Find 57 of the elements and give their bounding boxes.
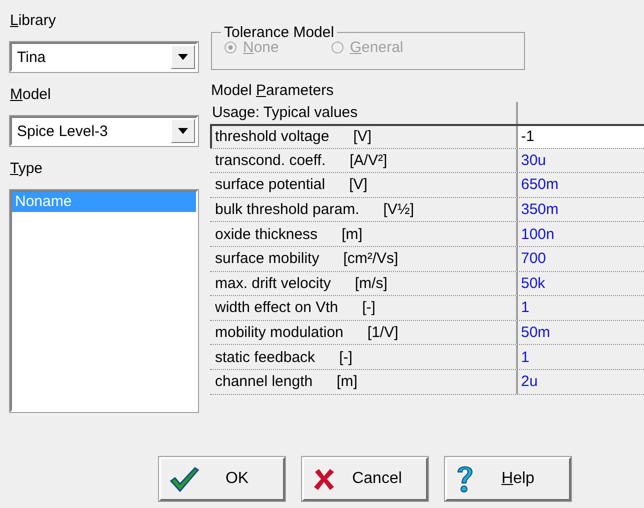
library-dropdown[interactable]: Tina	[10, 42, 198, 72]
parameter-unit: [m]	[342, 226, 362, 243]
column-header: Usage: Typical values	[210, 102, 518, 124]
parameter-value-cell[interactable]: 1	[518, 296, 644, 320]
parameter-value-cell[interactable]: 650m	[518, 173, 644, 197]
parameter-name: width effect on Vth	[215, 299, 338, 316]
parameter-unit: [V½]	[383, 201, 414, 218]
parameter-name-cell[interactable]: mobility modulation [1/V]	[210, 320, 518, 344]
parameter-value-cell[interactable]: -1	[518, 126, 644, 148]
parameter-value-cell[interactable]: 700	[518, 246, 644, 271]
parameter-unit: [cm²/Vs]	[343, 250, 398, 268]
parameter-name: bulk threshold param.	[215, 201, 360, 218]
parameter-name: oxide thickness	[215, 226, 318, 243]
parameter-name: transcond. coeff.	[215, 152, 326, 169]
model-dropdown[interactable]: Spice Level-3	[10, 116, 198, 146]
parameter-name: static feedback	[215, 348, 316, 366]
parameter-name-cell[interactable]: static feedback [-]	[210, 345, 518, 369]
parameter-name: channel length	[215, 373, 313, 390]
parameter-name: surface potential	[215, 176, 326, 194]
parameter-name: max. drift velocity	[215, 274, 331, 292]
model-label: Model	[10, 85, 52, 105]
parameter-name-cell[interactable]: channel length [m]	[210, 370, 518, 394]
parameter-name: threshold voltage	[215, 128, 330, 146]
parameter-name-cell[interactable]: transcond. coeff. [A/V²]	[210, 148, 518, 172]
parameter-unit: [V]	[349, 176, 368, 194]
parameter-value-cell[interactable]: 100n	[518, 222, 644, 246]
parameter-unit: [-]	[339, 348, 352, 366]
parameter-name: mobility modulation	[215, 324, 344, 342]
parameter-value-cell[interactable]: 1	[518, 345, 644, 369]
parameter-name-cell[interactable]: surface potential [V]	[210, 173, 518, 197]
parameter-name: surface mobility	[215, 250, 320, 268]
parameter-value-cell[interactable]: 50k	[518, 272, 644, 296]
library-label: Library	[10, 11, 57, 31]
parameter-name-cell[interactable]: max. drift velocity [m/s]	[210, 272, 518, 296]
question-mark-icon	[455, 464, 475, 494]
parameter-value-cell[interactable]: 50m	[518, 320, 644, 344]
cancel-button[interactable]: Cancel	[302, 457, 428, 501]
parameter-value-cell[interactable]: 2u	[518, 370, 644, 394]
help-button[interactable]: Help	[445, 457, 571, 501]
parameter-name-cell[interactable]: surface mobility [cm²/Vs]	[210, 246, 518, 271]
parameter-unit: [m]	[336, 373, 358, 390]
parameter-name-cell[interactable]: oxide thickness [m]	[210, 222, 518, 246]
model-parameters-label: Model Parameters	[211, 81, 335, 101]
parameter-value-cell[interactable]: 350m	[518, 198, 644, 222]
type-label: Type	[10, 159, 44, 179]
parameter-unit: [1/V]	[367, 324, 398, 342]
parameter-unit: [-]	[362, 299, 376, 316]
parameter-value-cell[interactable]: 30u	[518, 148, 644, 172]
parameter-unit: [A/V²]	[350, 152, 388, 169]
ok-button[interactable]: OK	[159, 457, 285, 501]
cross-icon	[312, 467, 336, 491]
parameter-unit: [V]	[353, 128, 372, 146]
check-icon	[169, 466, 199, 492]
parameter-unit: [m/s]	[354, 274, 388, 292]
parameter-name-cell[interactable]: width effect on Vth [-]	[210, 296, 518, 320]
group-title: Tolerance Model	[223, 24, 336, 41]
parameter-name-cell[interactable]: bulk threshold param. [V½]	[210, 198, 518, 222]
